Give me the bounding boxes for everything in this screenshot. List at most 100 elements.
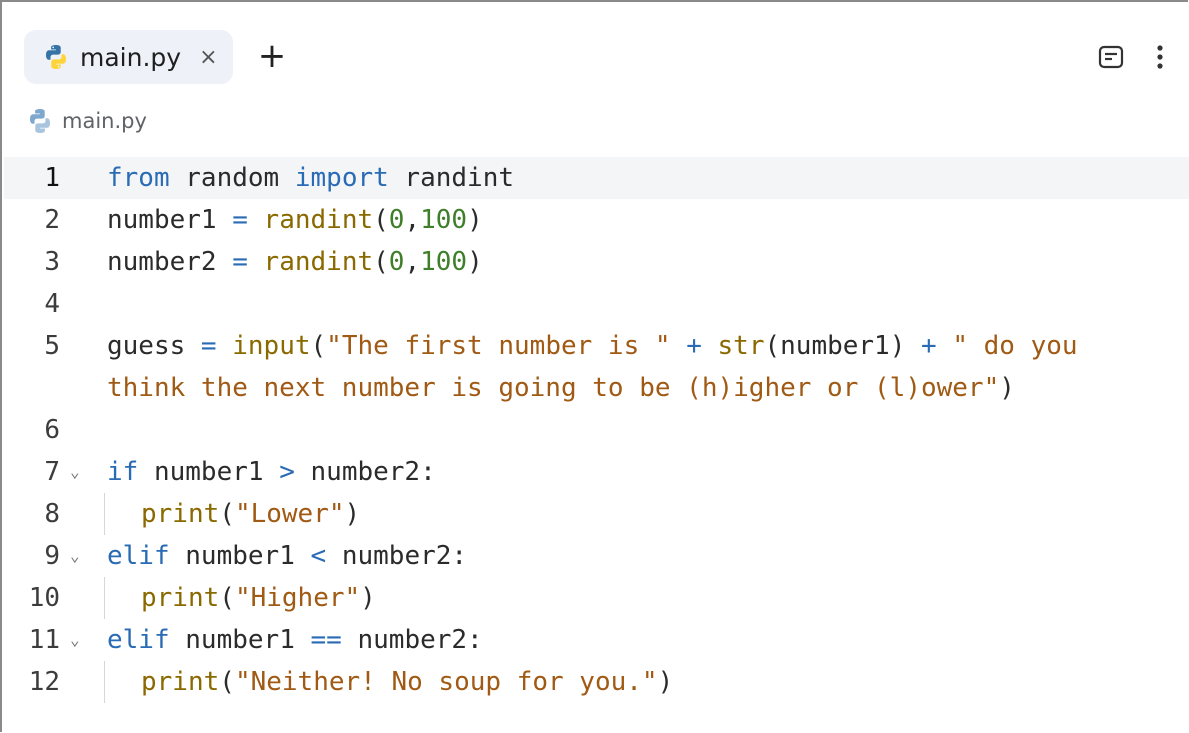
code-token: ,: [404, 247, 421, 277]
code-token: +: [686, 331, 702, 361]
code-token: number1: [169, 541, 311, 571]
code-token: ): [657, 667, 674, 697]
code-line[interactable]: 1 from random import randint: [4, 157, 1189, 199]
code-text: elif number1 < number2:: [107, 535, 467, 577]
code-line[interactable]: 8 print("Lower"): [4, 493, 1189, 535]
code-token: number2:: [294, 457, 436, 487]
code-token: randint: [388, 163, 515, 193]
indent-guide: [104, 493, 105, 535]
indent-guide: [104, 577, 105, 619]
code-token: ): [360, 583, 376, 613]
line-number: 8: [44, 499, 60, 529]
code-token: +: [921, 331, 937, 361]
line-number: 2: [44, 205, 60, 235]
code-token: think the next number is going to be (h)…: [107, 373, 1000, 403]
code-line[interactable]: 5 guess = input("The first number is " + …: [4, 325, 1189, 367]
code-text: think the next number is going to be (h)…: [107, 367, 1015, 409]
code-token: (: [219, 499, 235, 529]
fold-chevron-icon[interactable]: ⌄: [70, 619, 80, 661]
indent-guide: [104, 661, 105, 703]
code-token: =: [232, 247, 248, 277]
code-line[interactable]: 4: [4, 283, 1189, 325]
code-token: number2: [107, 247, 233, 277]
code-line[interactable]: 3 number2 = randint(0,100): [4, 241, 1189, 283]
line-number: 4: [44, 289, 60, 319]
code-token: ): [467, 247, 483, 277]
fold-chevron-icon[interactable]: ⌄: [70, 535, 80, 577]
code-text: if number1 > number2:: [107, 451, 436, 493]
code-token: <: [310, 541, 327, 571]
code-token: =: [200, 331, 217, 361]
code-token: (: [310, 331, 327, 361]
code-token: (: [373, 205, 389, 235]
code-token: elif: [107, 625, 170, 655]
code-token: ,: [404, 205, 421, 235]
line-number: 3: [44, 247, 60, 277]
code-token: from: [107, 163, 170, 193]
code-token: "Higher": [234, 583, 361, 613]
fold-chevron-icon[interactable]: ⌄: [70, 451, 80, 493]
code-token: " do you: [952, 331, 1078, 361]
code-token: (number1): [764, 331, 922, 361]
code-token: number1: [107, 205, 233, 235]
new-tab-button[interactable]: +: [254, 36, 290, 76]
code-token: input: [232, 331, 311, 361]
close-icon[interactable]: ×: [199, 45, 217, 70]
code-token: randint: [263, 205, 374, 235]
code-text: elif number1 == number2:: [107, 619, 483, 661]
code-text: print("Neither! No soup for you."): [141, 661, 673, 703]
code-line[interactable]: 11 ⌄ elif number1 == number2:: [4, 619, 1189, 661]
tab-bar: main.py × +: [10, 14, 1180, 90]
code-token: =: [232, 205, 248, 235]
code-token: ): [999, 373, 1015, 403]
code-token: random: [169, 163, 295, 193]
line-number: 1: [44, 163, 60, 193]
outline-icon[interactable]: [1096, 42, 1126, 72]
code-line[interactable]: 9 ⌄ elif number1 < number2:: [4, 535, 1189, 577]
code-token: import: [294, 163, 389, 193]
code-text: number1 = randint(0,100): [107, 199, 483, 241]
code-line[interactable]: 10 print("Higher"): [4, 577, 1189, 619]
line-number: 6: [44, 415, 60, 445]
python-icon: [30, 109, 50, 133]
code-token: (: [373, 247, 389, 277]
code-token: number2:: [326, 541, 468, 571]
code-text: print("Lower"): [141, 493, 360, 535]
code-line[interactable]: 6: [4, 409, 1189, 451]
code-token: if: [107, 457, 139, 487]
code-token: print: [141, 583, 220, 613]
code-token: (: [219, 583, 235, 613]
code-line[interactable]: think the next number is going to be (h)…: [4, 367, 1189, 409]
line-number: 9: [44, 541, 60, 571]
line-number: 5: [44, 331, 60, 361]
code-line[interactable]: 7 ⌄ if number1 > number2:: [4, 451, 1189, 493]
code-token: 100: [420, 247, 468, 277]
more-vert-icon[interactable]: [1150, 42, 1170, 72]
code-token: print: [141, 667, 220, 697]
code-token: elif: [107, 541, 170, 571]
breadcrumb[interactable]: main.py: [26, 104, 147, 138]
code-token: "Neither! No soup for you.": [234, 667, 658, 697]
python-icon: [46, 45, 66, 69]
code-line[interactable]: 12 print("Neither! No soup for you."): [4, 661, 1189, 703]
code-token: 0: [388, 247, 405, 277]
code-text: from random import randint: [107, 157, 514, 199]
line-number: 11: [28, 625, 60, 655]
code-line[interactable]: 2 number1 = randint(0,100): [4, 199, 1189, 241]
code-token: ): [467, 205, 483, 235]
code-token: >: [279, 457, 295, 487]
code-token: number2:: [341, 625, 483, 655]
code-text: guess = input("The first number is " + s…: [107, 325, 1078, 367]
line-number: 10: [28, 583, 60, 613]
code-token: number1: [138, 457, 280, 487]
tab-main-py[interactable]: main.py ×: [24, 30, 233, 84]
code-text: number2 = randint(0,100): [107, 241, 483, 283]
tab-label: main.py: [80, 42, 182, 72]
code-token: randint: [263, 247, 374, 277]
code-token: str: [717, 331, 765, 361]
breadcrumb-file: main.py: [62, 109, 147, 133]
